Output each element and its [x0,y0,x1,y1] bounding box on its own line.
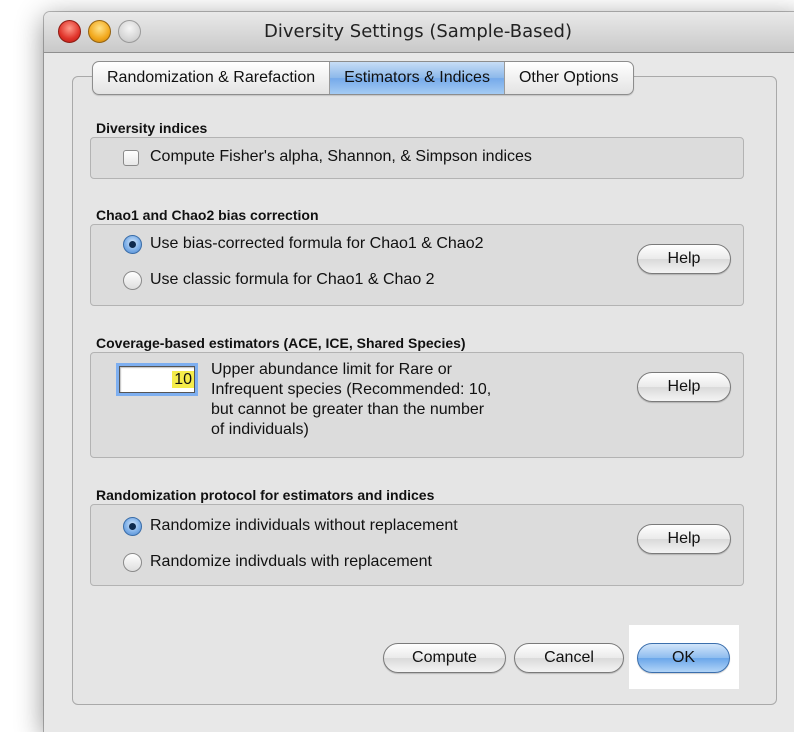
radio-classic-label[interactable]: Use classic formula for Chao1 & Chao 2 [150,271,435,289]
radio-bias-corrected-label[interactable]: Use bias-corrected formula for Chao1 & C… [150,235,484,253]
tab-randomization-rarefaction[interactable]: Randomization & Rarefaction [93,62,331,94]
radio-without-replacement[interactable] [123,517,142,536]
radio-classic[interactable] [123,271,142,290]
bias-help-button[interactable]: Help [637,244,731,274]
diversity-indices-group: Compute Fisher's alpha, Shannon, & Simps… [90,137,744,179]
close-icon[interactable] [58,20,81,43]
randomization-group: Randomize individuals without replacemen… [90,504,744,586]
radio-without-replacement-label[interactable]: Randomize individuals without replacemen… [150,517,458,535]
radio-bias-corrected[interactable] [123,235,142,254]
ok-button[interactable]: OK [637,643,730,673]
coverage-group: 10 Upper abundance limit for Rare or Inf… [90,352,744,458]
title-bar[interactable]: Diversity Settings (Sample-Based) [44,12,794,53]
randomization-help-button[interactable]: Help [637,524,731,554]
coverage-label: Coverage-based estimators (ACE, ICE, Sha… [96,335,466,351]
abundance-limit-description: Upper abundance limit for Rare or Infreq… [211,361,492,438]
diversity-indices-checkbox-label[interactable]: Compute Fisher's alpha, Shannon, & Simps… [150,148,532,166]
tab-estimators-indices[interactable]: Estimators & Indices [330,62,505,94]
diversity-indices-label: Diversity indices [96,120,208,136]
abundance-limit-input[interactable]: 10 [119,366,195,393]
minimize-icon[interactable] [88,20,111,43]
radio-with-replacement-label[interactable]: Randomize indivduals with replacement [150,553,432,571]
randomization-label: Randomization protocol for estimators an… [96,487,435,503]
bias-correction-group: Use bias-corrected formula for Chao1 & C… [90,224,744,306]
tab-bar: Randomization & Rarefaction Estimators &… [92,61,634,95]
zoom-icon[interactable] [118,20,141,43]
cancel-button[interactable]: Cancel [514,643,624,673]
coverage-help-button[interactable]: Help [637,372,731,402]
bias-correction-label: Chao1 and Chao2 bias correction [96,207,319,223]
radio-with-replacement[interactable] [123,553,142,572]
window-title: Diversity Settings (Sample-Based) [264,21,572,42]
dialog-window: Diversity Settings (Sample-Based) Random… [44,12,794,732]
compute-button[interactable]: Compute [383,643,506,673]
tab-other-options[interactable]: Other Options [505,62,633,94]
diversity-indices-checkbox[interactable] [123,150,139,166]
